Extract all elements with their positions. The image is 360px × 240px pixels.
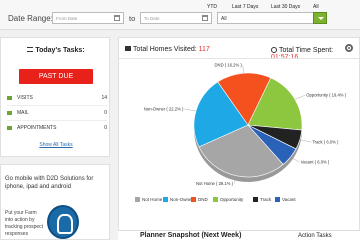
- past-due-button[interactable]: PAST DUE: [19, 69, 93, 84]
- to-label: to: [129, 14, 136, 23]
- legend-swatch: [275, 197, 280, 202]
- total-homes-visited: Total Homes Visited: 117: [125, 46, 210, 53]
- legend-label: DND: [198, 197, 208, 202]
- legend-label: Not Home: [142, 197, 163, 202]
- pie-data-label: Vacant ( 6.0% ): [301, 160, 330, 165]
- legend-item-non-owner[interactable]: Non-Owner: [163, 197, 193, 202]
- legend-item-opportunity[interactable]: Opportunity: [213, 197, 243, 202]
- action-tasks-title: Action Tasks: [298, 233, 332, 239]
- calendar-icon[interactable]: [114, 15, 120, 21]
- legend-swatch: [135, 197, 140, 202]
- task-count: 14: [101, 95, 107, 101]
- tasks-title-text: Today's Tasks:: [35, 47, 85, 54]
- to-date-placeholder: To Date: [144, 16, 160, 21]
- pie-chart: Not Home ( 29.1% ) Non-Owner ( 22.2% ) DND…: [144, 63, 347, 186]
- pie-leader-line: [299, 139, 312, 143]
- pie-leader-line: [184, 108, 197, 112]
- to-date-input[interactable]: To Date: [140, 12, 212, 24]
- promo-text: Put your Farm into action by tracking pr…: [5, 210, 44, 237]
- tasks-title: Today's Tasks:: [1, 47, 111, 54]
- pie-leader-line: [294, 95, 306, 100]
- legend-label: Non-Owner: [170, 197, 194, 202]
- date-filter-bar: Date Range: From Date to To Date YTD Las…: [0, 0, 360, 30]
- visited-value: 117: [198, 46, 210, 53]
- pie-data-label: Not Home ( 29.1% ): [196, 181, 234, 186]
- pie-leader-line: [242, 65, 244, 74]
- task-count: 0: [104, 110, 107, 116]
- quick-ytd-link[interactable]: YTD: [207, 4, 217, 10]
- mail-icon: [7, 111, 12, 115]
- home-icon: [125, 46, 131, 51]
- show-all-tasks-link[interactable]: Show All Tasks: [1, 142, 111, 148]
- time-label: Total Time Spent:: [279, 47, 334, 54]
- pie-data-label: DND ( 16.2% ): [215, 63, 243, 68]
- divider: [7, 120, 107, 121]
- legend-swatch: [191, 197, 196, 202]
- quick-last-7-link[interactable]: Last 7 Days: [232, 4, 258, 10]
- promo-title: Go mobile with D2D Solutions for iphone,…: [5, 176, 94, 190]
- clock-icon: [271, 47, 277, 53]
- visited-label: Total Homes Visited:: [133, 46, 197, 53]
- legend-swatch: [253, 197, 258, 202]
- quick-all-link[interactable]: All: [313, 4, 319, 10]
- task-count: 0: [104, 125, 107, 131]
- legend-swatch: [213, 197, 218, 202]
- legend-label: Vacant: [282, 197, 296, 202]
- calendar-icon[interactable]: [202, 15, 208, 21]
- legend-label: Opportunity: [220, 197, 244, 202]
- legend-item-track[interactable]: Track: [253, 197, 271, 202]
- apply-filter-button[interactable]: [313, 12, 327, 24]
- legend-swatch: [163, 197, 168, 202]
- app-logo-icon[interactable]: [47, 205, 79, 239]
- task-row-appointments[interactable]: APPOINTMENTS 0: [7, 125, 107, 137]
- appointments-icon: [7, 126, 12, 130]
- legend-item-dnd[interactable]: DND: [191, 197, 208, 202]
- date-range-label: Date Range:: [8, 14, 53, 23]
- pie-data-label: Track ( 6.0% ): [312, 140, 339, 145]
- from-date-placeholder: From Date: [56, 16, 78, 21]
- from-date-input[interactable]: From Date: [52, 12, 124, 24]
- planner-title: Planner Snapshot (Next Week): [140, 232, 242, 239]
- legend-item-vacant[interactable]: Vacant: [275, 197, 296, 202]
- visits-icon: [7, 96, 12, 100]
- filter-select-value: All: [221, 16, 227, 22]
- legend-label: Track: [260, 197, 272, 202]
- mobile-promo: Go mobile with D2D Solutions for iphone,…: [0, 164, 110, 240]
- filter-select[interactable]: All: [217, 12, 327, 24]
- legend-item-not-home[interactable]: Not Home: [135, 197, 162, 202]
- task-label: APPOINTMENTS: [17, 125, 57, 131]
- pie-slices: [193, 72, 303, 182]
- task-label: MAIL: [17, 110, 29, 116]
- chart-legend: Not Home Non-Owner DND Opportunity Track Vaca…: [135, 197, 355, 207]
- pie-data-label: Non-Owner ( 22.2% ): [144, 106, 184, 111]
- tasks-panel: Today's Tasks: PAST DUE VISITS 14 MAIL 0…: [0, 37, 110, 157]
- quick-last-30-link[interactable]: Last 30 Days: [271, 4, 300, 10]
- divider: [7, 105, 107, 106]
- list-icon: [27, 47, 34, 52]
- gear-icon[interactable]: [345, 44, 353, 52]
- pie-data-label: Opportunity ( 19.4% ): [306, 93, 346, 98]
- task-label: VISITS: [17, 95, 33, 101]
